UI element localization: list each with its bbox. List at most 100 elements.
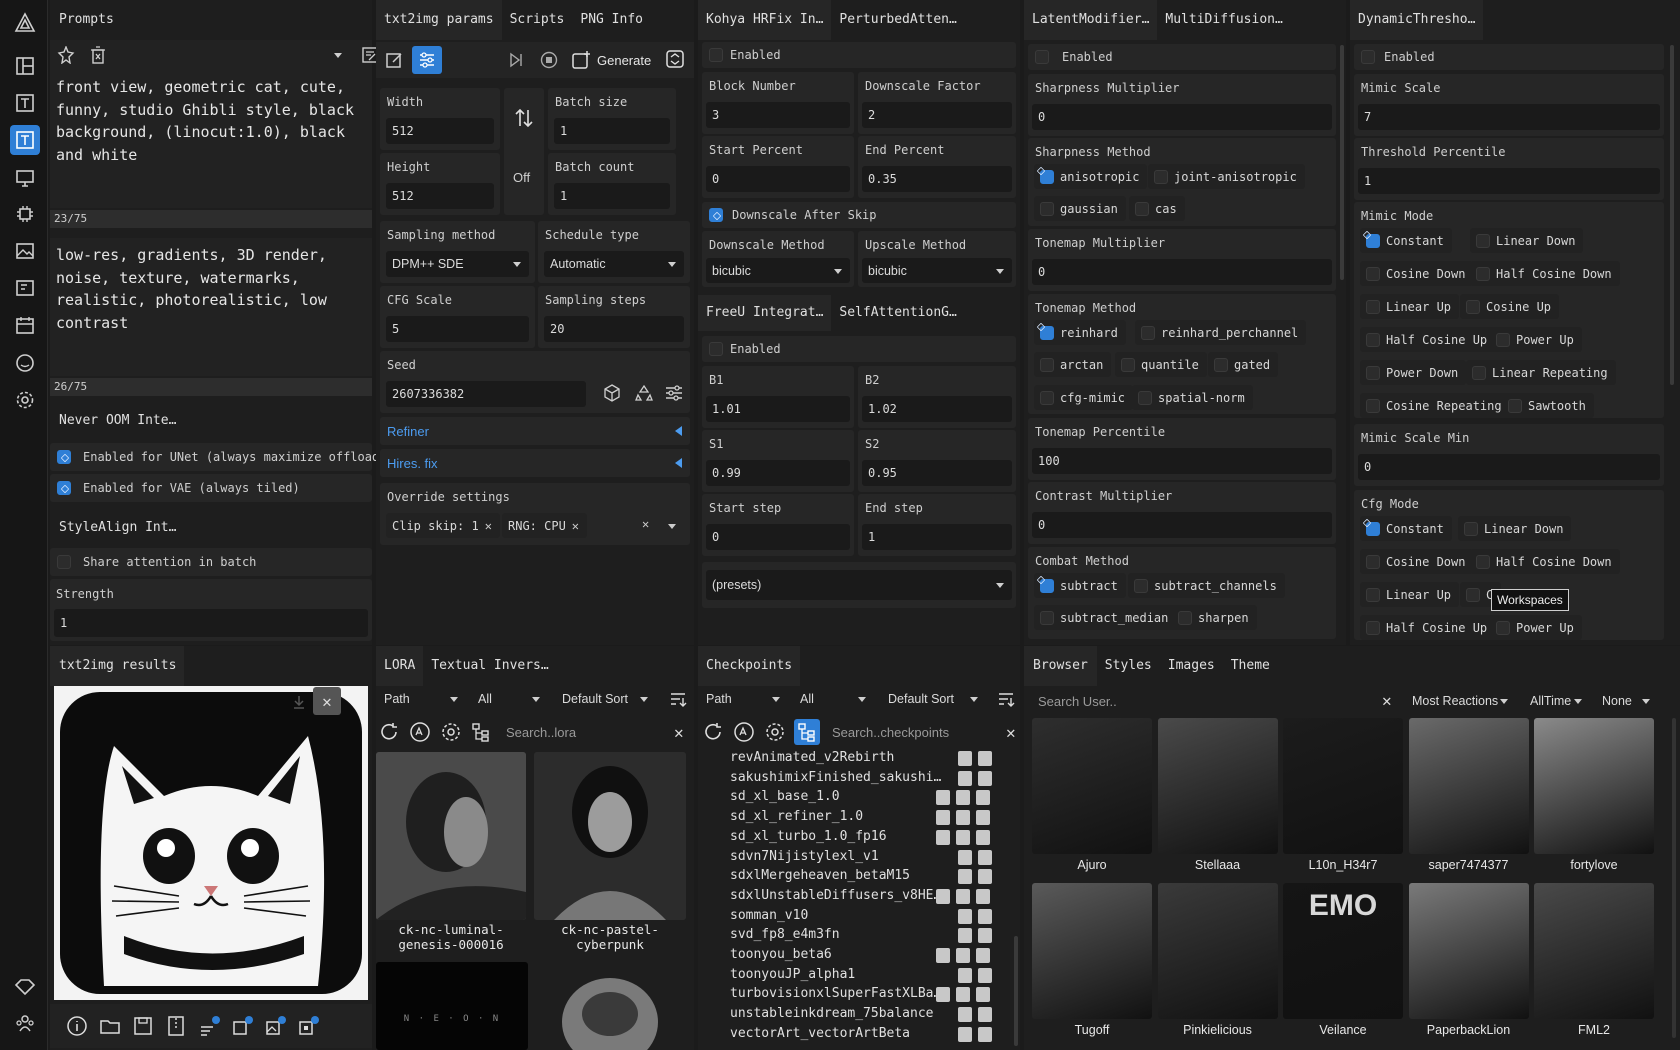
freeu-enabled-checkbox[interactable] <box>709 342 723 356</box>
send-to-inpaint-icon[interactable] <box>231 1015 253 1037</box>
tab-perturbed[interactable]: PerturbedAtten… <box>831 0 964 40</box>
tab-txt2img-results[interactable]: txt2img results <box>50 646 185 686</box>
checkpoint-row[interactable]: sdxlMergeheaven_betaM15 <box>698 868 1010 887</box>
dyn-enabled-row[interactable]: Enabled <box>1354 44 1664 70</box>
swap-dimensions-icon[interactable] <box>512 106 536 130</box>
user-thumbnail[interactable] <box>1534 883 1654 1019</box>
lora-sort-select[interactable]: Default Sort <box>556 686 656 712</box>
checkpoint-row[interactable]: vectorArt_vectorArtBeta <box>698 1026 1010 1045</box>
kohya-enabled-row[interactable]: Enabled <box>702 42 1016 68</box>
checkpoint-row[interactable]: sakushimixFinished_sakushi… <box>698 770 1010 789</box>
user-name[interactable]: Pinkielicious <box>1158 1023 1278 1037</box>
gear-icon[interactable] <box>440 721 462 743</box>
block-number-input[interactable]: 3 <box>706 102 850 128</box>
edit-icon[interactable] <box>978 967 992 983</box>
user-thumbnail[interactable]: EMO <box>1283 883 1403 1019</box>
tag-icon[interactable] <box>10 972 40 1002</box>
people-icon[interactable] <box>10 1008 40 1038</box>
send-to-extras-icon[interactable] <box>264 1015 286 1037</box>
user-name[interactable]: saper7474377 <box>1409 858 1529 872</box>
vae-checkbox[interactable] <box>57 481 71 495</box>
user-thumbnail[interactable] <box>1032 883 1152 1019</box>
tab-freeu[interactable]: FreeU Integrat… <box>698 295 832 331</box>
dyn-enabled-checkbox[interactable] <box>1361 50 1375 64</box>
checkpoint-row[interactable]: somman_v10 <box>698 908 1010 927</box>
threshold-percentile-input[interactable]: 1 <box>1358 168 1660 194</box>
tab-png-info[interactable]: PNG Info <box>572 0 651 40</box>
sampling-method-select[interactable]: DPM++ SDE <box>386 251 529 277</box>
latent-enabled-row[interactable]: Enabled <box>1028 44 1336 70</box>
ckpt-sort-select[interactable]: Default Sort <box>882 686 986 712</box>
browser-period-select[interactable]: AllTime <box>1524 688 1590 714</box>
radio-quantile[interactable]: quantile <box>1115 352 1207 377</box>
radio-cfg-linear-up[interactable]: Linear Up <box>1360 582 1460 607</box>
checkpoint-row[interactable]: turbovisionxlSuperFastXLBa… <box>698 986 1010 1005</box>
unet-option-row[interactable]: Enabled for UNet (always maximize offloa… <box>50 443 386 471</box>
info-icon[interactable] <box>66 1015 88 1037</box>
checkpoint-row[interactable]: sdxlUnstableDiffusers_v8HE… <box>698 888 1010 907</box>
calendar-image-icon[interactable] <box>10 310 40 340</box>
lora-search-input[interactable]: Search..lora <box>506 725 666 740</box>
sharpness-mult-input[interactable]: 0 <box>1032 104 1332 130</box>
send-to-img2img-icon[interactable] <box>198 1015 220 1037</box>
width-input[interactable]: 512 <box>386 118 494 144</box>
dyn-scrollbar[interactable] <box>1670 45 1674 385</box>
clipboard-icon[interactable] <box>958 751 972 766</box>
info-icon[interactable] <box>956 790 970 806</box>
radio-mimic-linear-down[interactable]: Linear Down <box>1470 228 1584 253</box>
radio-mimic-linear-repeating[interactable]: Linear Repeating <box>1466 360 1616 385</box>
radio-subtract-channels[interactable]: subtract_channels <box>1128 573 1285 598</box>
clipboard-icon[interactable] <box>936 987 950 1003</box>
downscale-method-select[interactable]: bicubic <box>706 258 850 283</box>
mimic-scale-min-input[interactable]: 0 <box>1358 454 1660 480</box>
radio-joint-anisotropic[interactable]: joint-anisotropic <box>1148 164 1305 189</box>
checkpoint-row[interactable]: svd_fp8_e4m3fn <box>698 927 1010 946</box>
positive-prompt-input[interactable]: front view, geometric cat, cute, funny, … <box>50 70 372 208</box>
refresh-icon[interactable] <box>378 721 400 743</box>
ckpt-path-select[interactable]: Path <box>700 686 788 712</box>
user-thumbnail[interactable] <box>1157 883 1278 1019</box>
contrast-mult-input[interactable]: 0 <box>1032 512 1332 538</box>
ckpt-search-input[interactable]: Search..checkpoints <box>832 725 998 740</box>
checkpoint-row[interactable]: sd_xl_turbo_1.0_fp16 <box>698 829 1010 848</box>
user-thumbnail[interactable] <box>1157 718 1278 854</box>
steps-input[interactable]: 20 <box>544 316 684 342</box>
strength-input[interactable]: 1 <box>54 609 368 637</box>
edit-icon[interactable] <box>976 810 990 826</box>
radio-subtract[interactable]: subtract <box>1034 573 1126 598</box>
tab-styles[interactable]: Styles <box>1097 646 1160 686</box>
refresh-icon[interactable] <box>702 721 724 743</box>
end-step-input[interactable]: 1 <box>862 524 1012 550</box>
latent-scrollbar[interactable] <box>1340 45 1344 280</box>
tab-checkpoints[interactable]: Checkpoints <box>698 646 801 686</box>
user-thumbnail[interactable] <box>1408 718 1529 854</box>
radio-reinhard[interactable]: reinhard <box>1034 320 1126 345</box>
edit-icon[interactable] <box>978 770 992 786</box>
tab-images[interactable]: Images <box>1160 646 1223 686</box>
radio-mimic-cosine-repeating[interactable]: Cosine Repeating <box>1360 393 1510 418</box>
tab-prompts[interactable]: Prompts <box>50 0 122 40</box>
generate-button[interactable]: Generate <box>571 47 651 73</box>
edit-icon[interactable] <box>976 829 990 845</box>
browser-search-input[interactable]: Search User.. <box>1038 690 1378 714</box>
lora-card-image[interactable] <box>534 962 686 1050</box>
radio-mimic-cosine-down[interactable]: Cosine Down <box>1360 261 1474 286</box>
checkpoint-row[interactable]: unstableinkdream_75balance <box>698 1006 1010 1025</box>
edit-icon[interactable] <box>976 888 990 904</box>
tab-txt2img-params[interactable]: txt2img params <box>376 0 502 40</box>
info-icon[interactable] <box>956 810 970 826</box>
end-percent-input[interactable]: 0.35 <box>862 166 1012 192</box>
seed-input[interactable]: 2607336382 <box>386 381 586 407</box>
clipboard-icon[interactable] <box>958 928 972 944</box>
tab-self-attention[interactable]: SelfAttentionG… <box>831 295 964 331</box>
edit-icon[interactable] <box>978 849 992 865</box>
user-name[interactable]: L10n_H34r7 <box>1283 858 1403 872</box>
info-icon[interactable] <box>956 948 970 963</box>
user-name[interactable]: PaperbackLion <box>1409 1023 1529 1037</box>
ai-icon[interactable] <box>408 720 432 744</box>
user-thumbnail[interactable] <box>1032 718 1152 854</box>
radio-mimic-constant[interactable]: Constant <box>1360 228 1452 253</box>
radio-gated[interactable]: gated <box>1208 352 1279 377</box>
override-dropdown-icon[interactable] <box>668 524 676 529</box>
image-icon[interactable] <box>10 236 40 266</box>
